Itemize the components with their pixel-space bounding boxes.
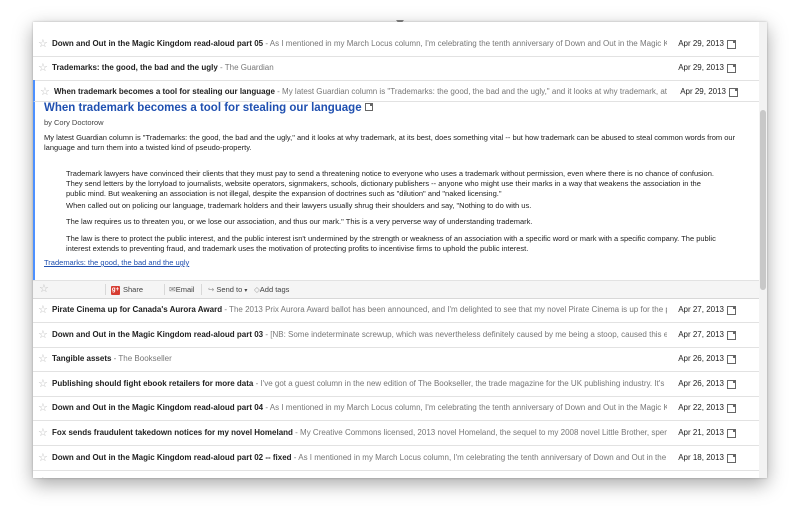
item-date: Apr 18, 2013 (678, 452, 724, 462)
star-icon[interactable]: ☆ (39, 281, 49, 298)
item-snippet: - As I mentioned in my March Locus colum… (263, 39, 667, 48)
divider (164, 284, 165, 295)
open-external-icon[interactable] (727, 429, 736, 438)
item-date: Apr 26, 2013 (678, 354, 724, 364)
item-snippet: - The Guardian (217, 63, 274, 72)
open-external-icon[interactable] (727, 306, 736, 315)
byline: by Cory Doctorow (44, 118, 104, 127)
open-external-icon[interactable] (727, 355, 736, 365)
scrollbar-thumb[interactable] (760, 110, 766, 290)
open-external-icon[interactable] (364, 103, 373, 111)
star-icon[interactable]: ☆ (38, 323, 50, 347)
item-snippet: - As I mentioned in my March Locus colum… (291, 452, 667, 462)
item-snippet: - My latest Guardian column is "Trademar… (274, 87, 669, 96)
open-external-icon[interactable] (729, 88, 738, 97)
item-title: Tangible assets (52, 354, 112, 364)
item-snippet: - The 2013 Prix Aurora Award ballot has … (222, 305, 667, 314)
list-item[interactable]: ☆ Down and Out in the Magic Kingdom read… (33, 32, 759, 57)
star-icon[interactable]: ☆ (40, 80, 52, 104)
item-snippet: - [NB: Some indeterminate screwup, which… (263, 329, 667, 339)
star-icon[interactable]: ☆ (38, 32, 50, 56)
list-item[interactable]: ☆ Publishing should fight ebook retailers… (33, 372, 759, 397)
item-snippet: - I've got a guest column in the new edi… (253, 378, 667, 388)
add-tags-button[interactable]: ◇Add tags (254, 281, 289, 298)
star-icon[interactable]: ☆ (38, 446, 50, 470)
star-icon[interactable]: ☆ (38, 421, 50, 445)
item-snippet: - My Creative Commons licensed, 2013 nov… (295, 428, 667, 437)
item-date: Apr 26, 2013 (678, 378, 724, 388)
star-icon[interactable]: ☆ (38, 56, 50, 80)
divider (201, 284, 202, 295)
star-icon[interactable]: ☆ (38, 372, 50, 396)
item-snippet: - As I mentioned in my March Locus colum… (263, 403, 667, 413)
divider (105, 284, 106, 295)
envelope-icon: ✉ (169, 285, 176, 294)
email-label: Email (175, 285, 195, 294)
list-item[interactable]: ☆ Tangible assets - The Bookseller Apr 26,… (33, 347, 759, 373)
open-external-icon[interactable] (727, 64, 736, 73)
article-quote: The law requires us to threaten you, or … (66, 217, 533, 226)
list-item[interactable]: ☆Down and Out in the Magic Kingdom read-… (33, 470, 759, 478)
item-date: Apr 29, 2013 (678, 39, 724, 48)
item-title: Trademarks: the good, the bad and the ug… (52, 63, 218, 72)
list-item[interactable]: ☆ Pirate Cinema up for Canada's Aurora Aw… (33, 298, 759, 323)
item-title: Down and Out in the Magic Kingdom read-a… (52, 452, 292, 462)
reader-window: ☆ Down and Out in the Magic Kingdom read… (33, 22, 767, 478)
item-title: Down and Out in the Magic Kingdom read-a… (52, 403, 264, 413)
item-date: Apr 15, 2013 (674, 470, 724, 478)
item-title: Fox sends fraudulent takedown notices fo… (52, 428, 293, 437)
list-item[interactable]: ☆Down and Out in the Magic Kingdom read-… (33, 323, 759, 348)
open-external-icon[interactable] (727, 453, 736, 463)
article-body: When trademark becomes a tool for steali… (33, 102, 759, 280)
open-external-icon[interactable] (727, 404, 736, 414)
item-title: Down and Out in the Magic Kingdom read-a… (52, 39, 264, 48)
item-date: Apr 21, 2013 (678, 428, 724, 437)
article-quote: The law is there to protect the public i… (66, 234, 716, 253)
list-item[interactable]: ☆ Trademarks: the good, the bad and the … (33, 56, 759, 81)
add-tags-label: Add tags (259, 285, 290, 294)
item-date: Apr 29, 2013 (678, 63, 724, 72)
open-external-icon[interactable] (727, 40, 736, 49)
star-icon[interactable]: ☆ (38, 347, 50, 371)
send-icon: ↪ (208, 285, 215, 294)
item-date: Apr 22, 2013 (678, 403, 724, 413)
chevron-down-icon: ▾ (244, 288, 248, 294)
open-external-icon[interactable] (727, 379, 736, 389)
item-title: Pirate Cinema up for Canada's Aurora Awa… (52, 305, 223, 314)
item-title: Publishing should fight ebook retailers … (52, 378, 254, 388)
share-button[interactable]: g+ Share (111, 281, 143, 298)
list-item[interactable]: ☆Down and Out in the Magic Kingdom read-… (33, 446, 759, 471)
send-to-label: Send to (216, 285, 243, 294)
scrollbar[interactable] (759, 22, 767, 478)
article-quote: Trademark lawyers have convinced their c… (66, 169, 714, 198)
item-date: Apr 27, 2013 (678, 329, 724, 339)
article-quote: When called out on policing our language… (66, 201, 532, 210)
item-snippet: - As I mentioned in my March Locus colum… (263, 477, 667, 478)
article-title-text[interactable]: When trademark becomes a tool for steali… (44, 102, 362, 114)
open-external-icon[interactable] (727, 330, 736, 340)
item-title: When trademark becomes a tool for steali… (54, 87, 275, 96)
star-icon[interactable]: ☆ (38, 298, 50, 322)
email-button[interactable]: ✉Email (169, 281, 194, 298)
source-link[interactable]: Trademarks: the good, the bad and the ug… (44, 258, 189, 267)
article-intro: My latest Guardian column is "Trademarks… (44, 133, 736, 152)
star-icon[interactable]: ☆ (38, 470, 50, 478)
item-date: Apr 29, 2013 (680, 87, 726, 96)
item-title: Down and Out in the Magic Kingdom read-a… (52, 329, 264, 339)
article-title[interactable]: When trademark becomes a tool for steali… (44, 102, 373, 114)
star-icon[interactable]: ☆ (38, 396, 50, 420)
item-title: Down and Out in the Magic Kingdom read-a… (52, 477, 263, 478)
list-item[interactable]: ☆Down and Out in the Magic Kingdom read-… (33, 396, 759, 422)
list-item[interactable]: ☆ Fox sends fraudulent takedown notices f… (33, 421, 759, 446)
item-actions-bar: ☆ g+ Share ✉Email ↪ Send to ▾ ◇Add tags (33, 280, 759, 299)
item-date: Apr 27, 2013 (678, 305, 724, 314)
expanded-item-header[interactable]: ☆ When trademark becomes a tool for stea… (33, 80, 759, 102)
share-label: Share (123, 285, 144, 294)
item-snippet: - The Bookseller (111, 354, 172, 364)
google-plus-icon: g+ (111, 285, 120, 295)
